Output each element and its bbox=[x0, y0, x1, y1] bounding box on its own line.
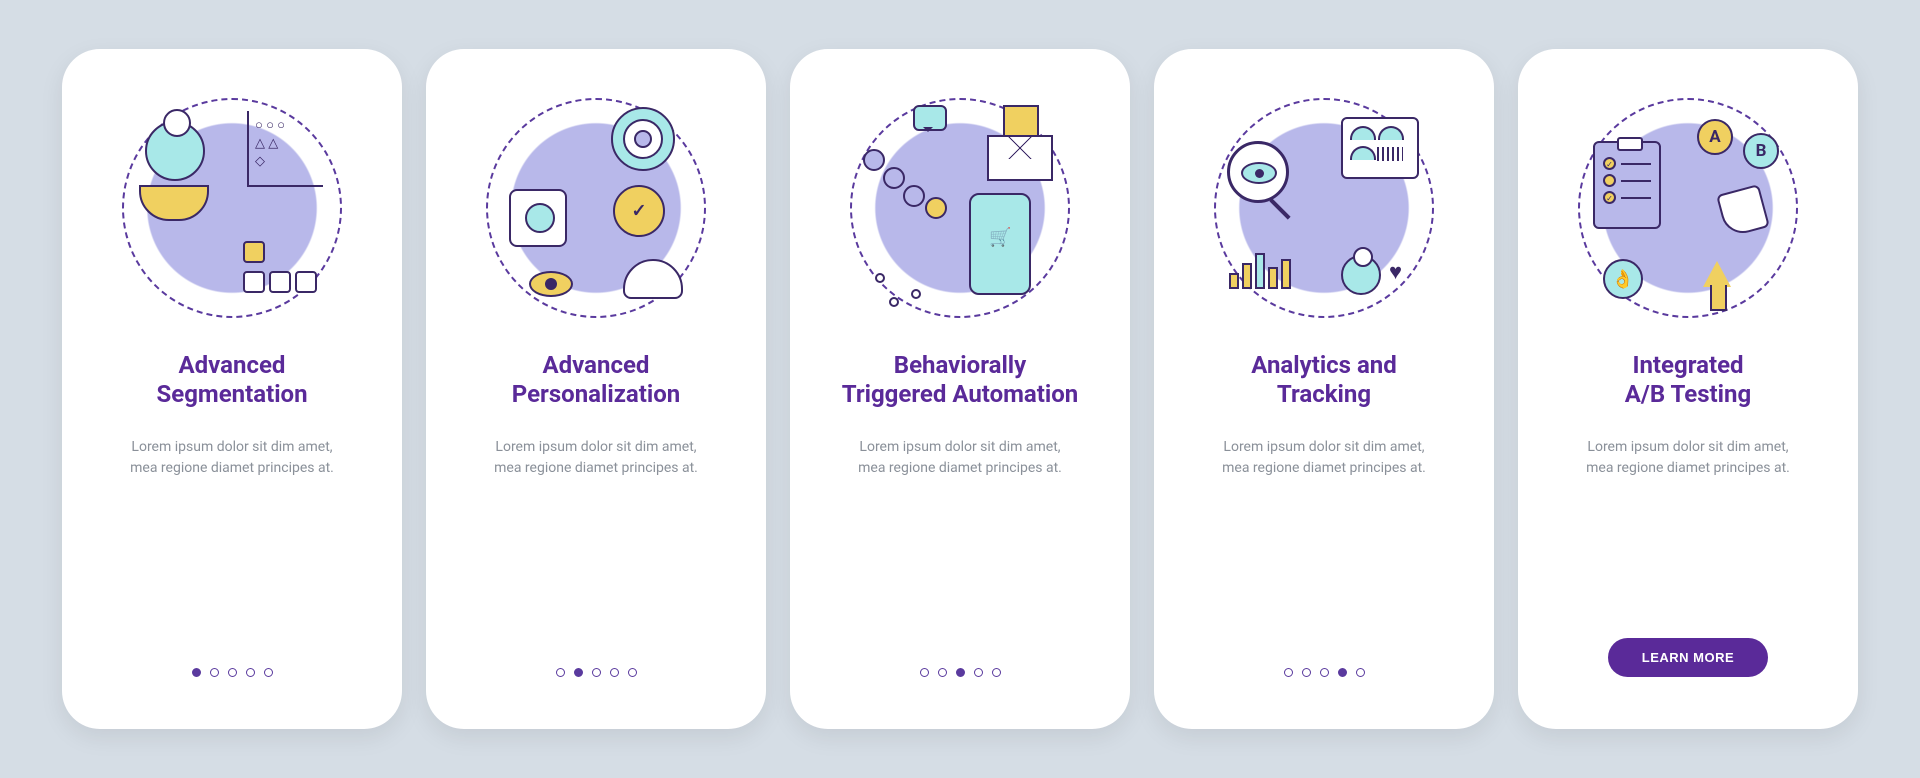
heart-icon: ♥ bbox=[1389, 259, 1411, 281]
gear-check-icon bbox=[613, 185, 665, 237]
screen-title: AdvancedSegmentation bbox=[148, 351, 315, 409]
screen-3: BehaviorallyTriggered Automation Lorem i… bbox=[808, 67, 1112, 711]
screen-description: Lorem ipsum dolor sit dim amet, mea regi… bbox=[1194, 437, 1454, 668]
pointer-hand-icon bbox=[1716, 184, 1770, 238]
person-icon bbox=[1341, 255, 1381, 295]
pagination-dots[interactable] bbox=[192, 668, 273, 677]
screen-5: ✓ ✓ A B 👌 IntegratedA/B Testing Lorem ip… bbox=[1536, 67, 1840, 711]
screen-description: Lorem ipsum dolor sit dim amet, mea regi… bbox=[830, 437, 1090, 668]
onboarding-container: AdvancedSegmentation Lorem ipsum dolor s… bbox=[62, 49, 1858, 729]
hierarchy-icon bbox=[241, 239, 319, 299]
ab-testing-illustration: ✓ ✓ A B 👌 bbox=[1573, 93, 1803, 323]
dot-5[interactable] bbox=[1356, 668, 1365, 677]
hand-icon bbox=[623, 259, 683, 299]
dot-5[interactable] bbox=[628, 668, 637, 677]
automation-illustration bbox=[845, 93, 1075, 323]
robot-arm-icon bbox=[863, 149, 949, 219]
screen-title: AdvancedPersonalization bbox=[504, 351, 688, 409]
basket-icon bbox=[139, 185, 209, 221]
dot-2[interactable] bbox=[574, 668, 583, 677]
pagination-dots[interactable] bbox=[920, 668, 1001, 677]
dot-2[interactable] bbox=[210, 668, 219, 677]
target-icon bbox=[611, 107, 675, 171]
magnifier-icon bbox=[1227, 141, 1289, 203]
envelope-icon bbox=[987, 135, 1053, 181]
schedule-icon bbox=[509, 189, 567, 247]
dot-1[interactable] bbox=[192, 668, 201, 677]
person-icon bbox=[145, 121, 205, 181]
network-node-icon bbox=[889, 297, 899, 307]
screen-description: Lorem ipsum dolor sit dim amet, mea regi… bbox=[1558, 437, 1818, 638]
screen-description: Lorem ipsum dolor sit dim amet, mea regi… bbox=[466, 437, 726, 668]
ok-hand-icon: 👌 bbox=[1603, 259, 1643, 299]
dot-4[interactable] bbox=[610, 668, 619, 677]
dot-2[interactable] bbox=[938, 668, 947, 677]
screen-title: BehaviorallyTriggered Automation bbox=[834, 351, 1087, 409]
learn-more-button[interactable]: LEARN MORE bbox=[1608, 638, 1768, 677]
eye-icon bbox=[1241, 162, 1277, 184]
dot-3[interactable] bbox=[956, 668, 965, 677]
variant-a-badge: A bbox=[1697, 119, 1733, 155]
screen-title: IntegratedA/B Testing bbox=[1617, 351, 1759, 409]
bar-chart-icon bbox=[1229, 243, 1307, 289]
dot-5[interactable] bbox=[264, 668, 273, 677]
chat-icon bbox=[913, 105, 947, 131]
dot-4[interactable] bbox=[246, 668, 255, 677]
pagination-dots[interactable] bbox=[556, 668, 637, 677]
arrow-up-icon bbox=[1703, 247, 1731, 287]
pagination-dots[interactable] bbox=[1284, 668, 1365, 677]
eye-icon bbox=[529, 271, 573, 297]
screen-4: ♥ Analytics andTracking Lorem ipsum dolo… bbox=[1172, 67, 1476, 711]
phone-frame-1: AdvancedSegmentation Lorem ipsum dolor s… bbox=[62, 49, 402, 729]
dot-5[interactable] bbox=[992, 668, 1001, 677]
dot-4[interactable] bbox=[1338, 668, 1347, 677]
dot-1[interactable] bbox=[556, 668, 565, 677]
dashboard-icon bbox=[1341, 117, 1419, 179]
screen-1: AdvancedSegmentation Lorem ipsum dolor s… bbox=[80, 67, 384, 711]
screen-title: Analytics andTracking bbox=[1243, 351, 1405, 409]
screen-description: Lorem ipsum dolor sit dim amet, mea regi… bbox=[102, 437, 362, 668]
dot-1[interactable] bbox=[920, 668, 929, 677]
dot-2[interactable] bbox=[1302, 668, 1311, 677]
personalization-illustration bbox=[481, 93, 711, 323]
phone-frame-4: ♥ Analytics andTracking Lorem ipsum dolo… bbox=[1154, 49, 1494, 729]
segmentation-illustration bbox=[117, 93, 347, 323]
scatter-chart-icon bbox=[247, 111, 323, 187]
dot-1[interactable] bbox=[1284, 668, 1293, 677]
screen-2: AdvancedPersonalization Lorem ipsum dolo… bbox=[444, 67, 748, 711]
phone-frame-2: AdvancedPersonalization Lorem ipsum dolo… bbox=[426, 49, 766, 729]
dot-3[interactable] bbox=[1320, 668, 1329, 677]
dot-3[interactable] bbox=[592, 668, 601, 677]
network-node-icon bbox=[911, 289, 921, 299]
phone-frame-5: ✓ ✓ A B 👌 IntegratedA/B Testing Lorem ip… bbox=[1518, 49, 1858, 729]
clipboard-icon: ✓ ✓ bbox=[1593, 141, 1661, 229]
mobile-shopping-icon bbox=[969, 193, 1031, 295]
dot-3[interactable] bbox=[228, 668, 237, 677]
phone-frame-3: BehaviorallyTriggered Automation Lorem i… bbox=[790, 49, 1130, 729]
variant-b-badge: B bbox=[1743, 133, 1779, 169]
analytics-illustration: ♥ bbox=[1209, 93, 1439, 323]
network-node-icon bbox=[875, 273, 885, 283]
dot-4[interactable] bbox=[974, 668, 983, 677]
